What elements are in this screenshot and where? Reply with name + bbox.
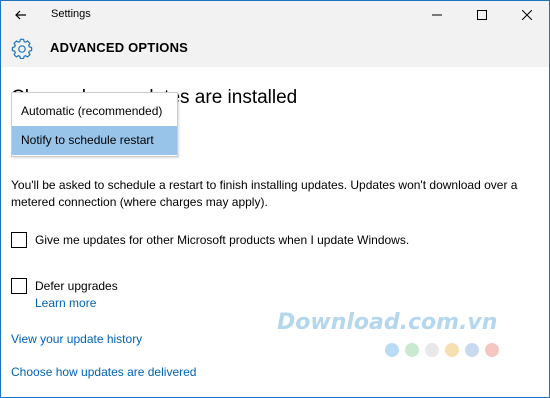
page-title: ADVANCED OPTIONS [50,40,189,55]
description-text: You'll be asked to schedule a restart to… [11,178,518,209]
defer-upgrades-option[interactable]: Defer upgrades [11,278,118,294]
install-method-dropdown[interactable]: Automatic (recommended) Notify to schedu… [11,92,178,157]
watermark-dot [445,343,459,357]
update-history-link[interactable]: View your update history [11,332,142,346]
maximize-button[interactable] [459,1,504,29]
microsoft-updates-checkbox[interactable] [11,232,27,248]
delivery-options-link[interactable]: Choose how updates are delivered [11,365,196,379]
page-header: ADVANCED OPTIONS [1,29,549,67]
window-title: Settings [51,8,91,20]
microsoft-updates-label: Give me updates for other Microsoft prod… [35,233,410,247]
watermark-dot [465,343,479,357]
back-button[interactable] [1,1,41,29]
maximize-icon [476,10,487,20]
dropdown-option-automatic[interactable]: Automatic (recommended) [12,97,177,126]
close-button[interactable] [504,1,549,29]
gear-icon [11,38,33,59]
defer-upgrades-checkbox[interactable] [11,278,27,294]
settings-window: Settings ADVANCED OPTIONS Choose how upd… [0,0,550,398]
watermark-dot [405,343,419,357]
learn-more-link[interactable]: Learn more [35,296,96,310]
minimize-icon [431,14,442,16]
watermark-dot [425,343,439,357]
watermark-logo: Download.com.vn [277,310,498,335]
back-arrow-icon [15,10,26,20]
watermark-dots [385,343,499,357]
minimize-button[interactable] [414,1,459,29]
close-icon [521,10,532,20]
microsoft-updates-option[interactable]: Give me updates for other Microsoft prod… [11,232,409,248]
watermark-dot [485,343,499,357]
watermark-dot [385,343,399,357]
defer-upgrades-label: Defer upgrades [35,279,118,293]
title-bar: Settings [1,1,549,29]
dropdown-option-notify[interactable]: Notify to schedule restart [12,126,177,155]
